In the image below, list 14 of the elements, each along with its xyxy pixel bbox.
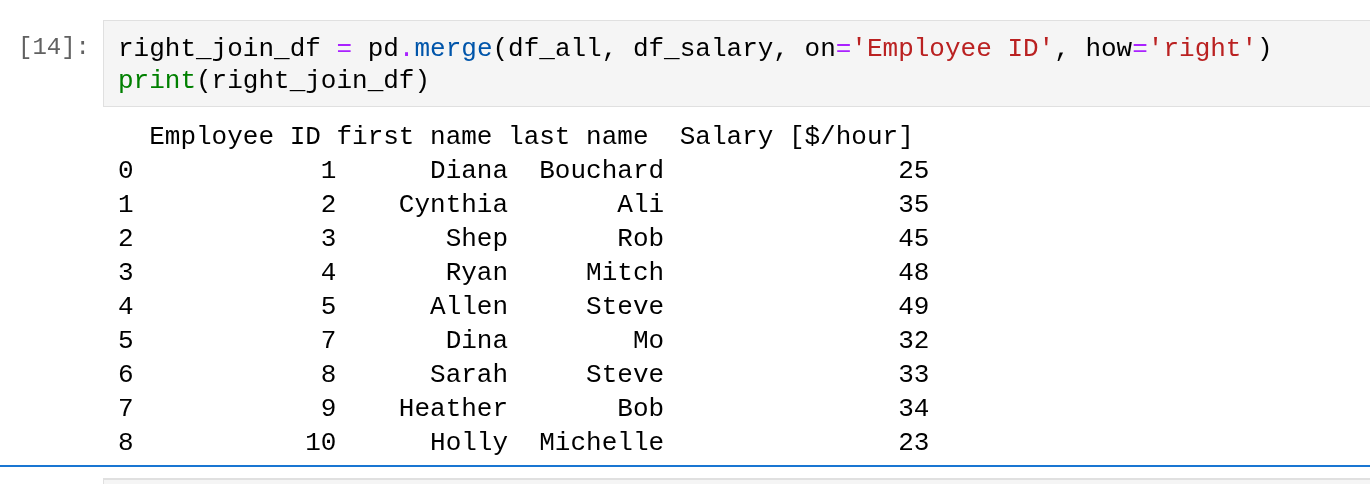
output-line: 5 7 Dina Mo 32 [118, 325, 930, 358]
output-line: 3 4 Ryan Mitch 48 [118, 257, 930, 290]
output-line: 8 10 Holly Michelle 23 [118, 427, 930, 460]
output-line: Employee ID first name last name Salary [$/hour] [148, 121, 914, 154]
output-line: 0 1 Diana Bouchard 25 [118, 155, 930, 188]
code-line: print(right_join_df) [118, 65, 431, 97]
output-line: 2 3 Shep Rob 45 [118, 223, 930, 256]
execution-prompt: [14]: [17, 33, 91, 63]
code-editor[interactable]: right_join_df = pd.merge(df_all, df_salary, on='Employee ID', how='right') print(right_join_df) [103, 20, 1370, 107]
output-line: 4 5 Allen Steve 49 [118, 291, 930, 324]
output-line: 7 9 Heather Bob 34 [118, 393, 930, 426]
code-line: right_join_df = pd.merge(df_all, df_salary, on='Employee ID', how='right') [118, 33, 1273, 65]
output-line: 6 8 Sarah Steve 33 [118, 359, 930, 392]
output-line: 1 2 Cynthia Ali 35 [118, 189, 930, 222]
